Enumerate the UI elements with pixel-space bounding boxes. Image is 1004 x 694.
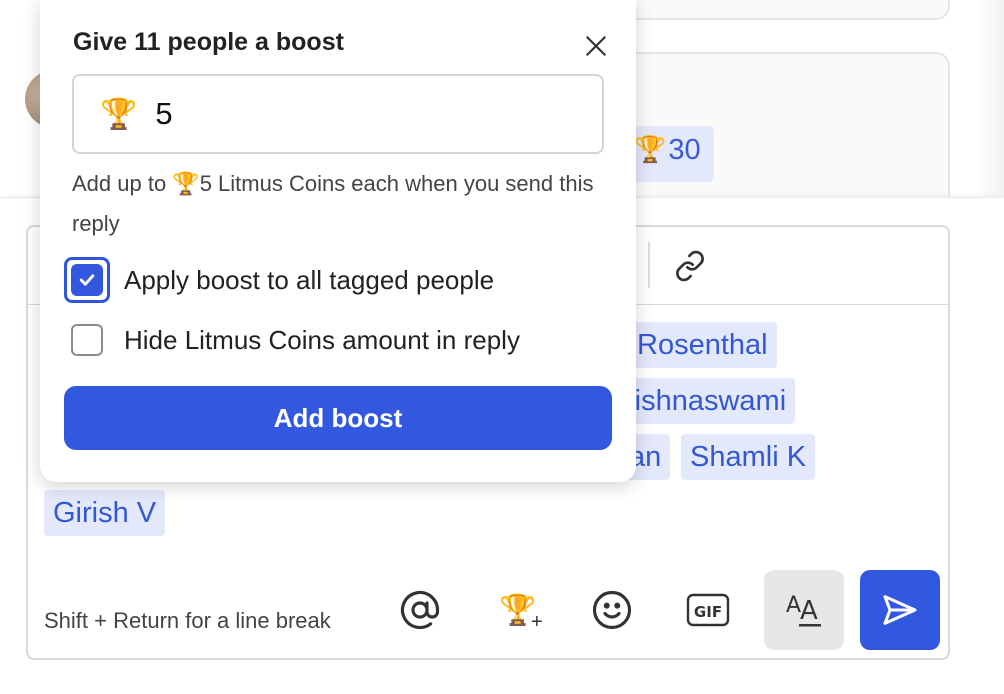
svg-text:A: A bbox=[800, 596, 818, 626]
apply-all-checkbox[interactable] bbox=[64, 257, 110, 303]
insert-link-button[interactable] bbox=[670, 246, 710, 286]
close-button[interactable] bbox=[578, 28, 614, 64]
close-icon bbox=[586, 36, 606, 56]
send-icon bbox=[883, 595, 917, 625]
boost-amount-input[interactable] bbox=[153, 95, 554, 133]
tagged-person[interactable]: Girish V bbox=[44, 490, 166, 536]
gif-button[interactable]: GIF bbox=[686, 588, 730, 632]
checkmark-icon bbox=[79, 274, 95, 286]
line-break-hint: Shift + Return for a line break bbox=[44, 608, 331, 633]
boost-reaction-amount: 30 bbox=[668, 134, 701, 166]
hide-amount-checkbox[interactable] bbox=[64, 317, 110, 363]
tagged-person[interactable]: Shamli K bbox=[681, 434, 816, 480]
popover-title: Give 11 people a boost bbox=[73, 28, 344, 56]
hide-amount-option[interactable]: Hide Litmus Coins amount in reply bbox=[64, 317, 520, 363]
trophy-icon: 🏆 bbox=[100, 97, 138, 131]
send-button[interactable] bbox=[860, 570, 940, 650]
boost-helper-text: Add up to 🏆5 Litmus Coins each when you … bbox=[72, 171, 594, 236]
toolbar-separator bbox=[648, 242, 650, 288]
trophy-icon: 🏆 bbox=[634, 134, 667, 164]
at-mention-icon bbox=[400, 590, 440, 630]
add-boost-button[interactable]: Add boost bbox=[64, 386, 612, 450]
boost-amount-field[interactable]: 🏆 bbox=[72, 74, 604, 154]
hide-amount-label: Hide Litmus Coins amount in reply bbox=[124, 324, 520, 355]
svg-text:GIF: GIF bbox=[694, 603, 722, 621]
boost-reaction-badge[interactable]: 🏆 30 bbox=[626, 126, 714, 182]
mention-button[interactable] bbox=[398, 588, 442, 632]
boost-button[interactable]: 🏆 + bbox=[496, 588, 543, 633]
emoji-button[interactable] bbox=[590, 588, 634, 632]
trophy-add-icon: 🏆 + bbox=[499, 593, 543, 633]
gif-icon: GIF bbox=[686, 593, 730, 627]
previous-post-card bbox=[620, 0, 950, 20]
tagged-person[interactable]: rishnaswami bbox=[616, 378, 796, 424]
emoji-icon bbox=[592, 590, 632, 630]
tagged-person[interactable]: Rosenthal bbox=[628, 322, 777, 368]
text-format-button[interactable]: A A bbox=[764, 570, 844, 650]
link-icon bbox=[676, 250, 704, 282]
svg-text:A: A bbox=[786, 593, 801, 618]
text-format-icon: A A bbox=[786, 593, 821, 627]
apply-all-option[interactable]: Apply boost to all tagged people bbox=[64, 257, 494, 303]
apply-all-label: Apply boost to all tagged people bbox=[124, 264, 495, 295]
